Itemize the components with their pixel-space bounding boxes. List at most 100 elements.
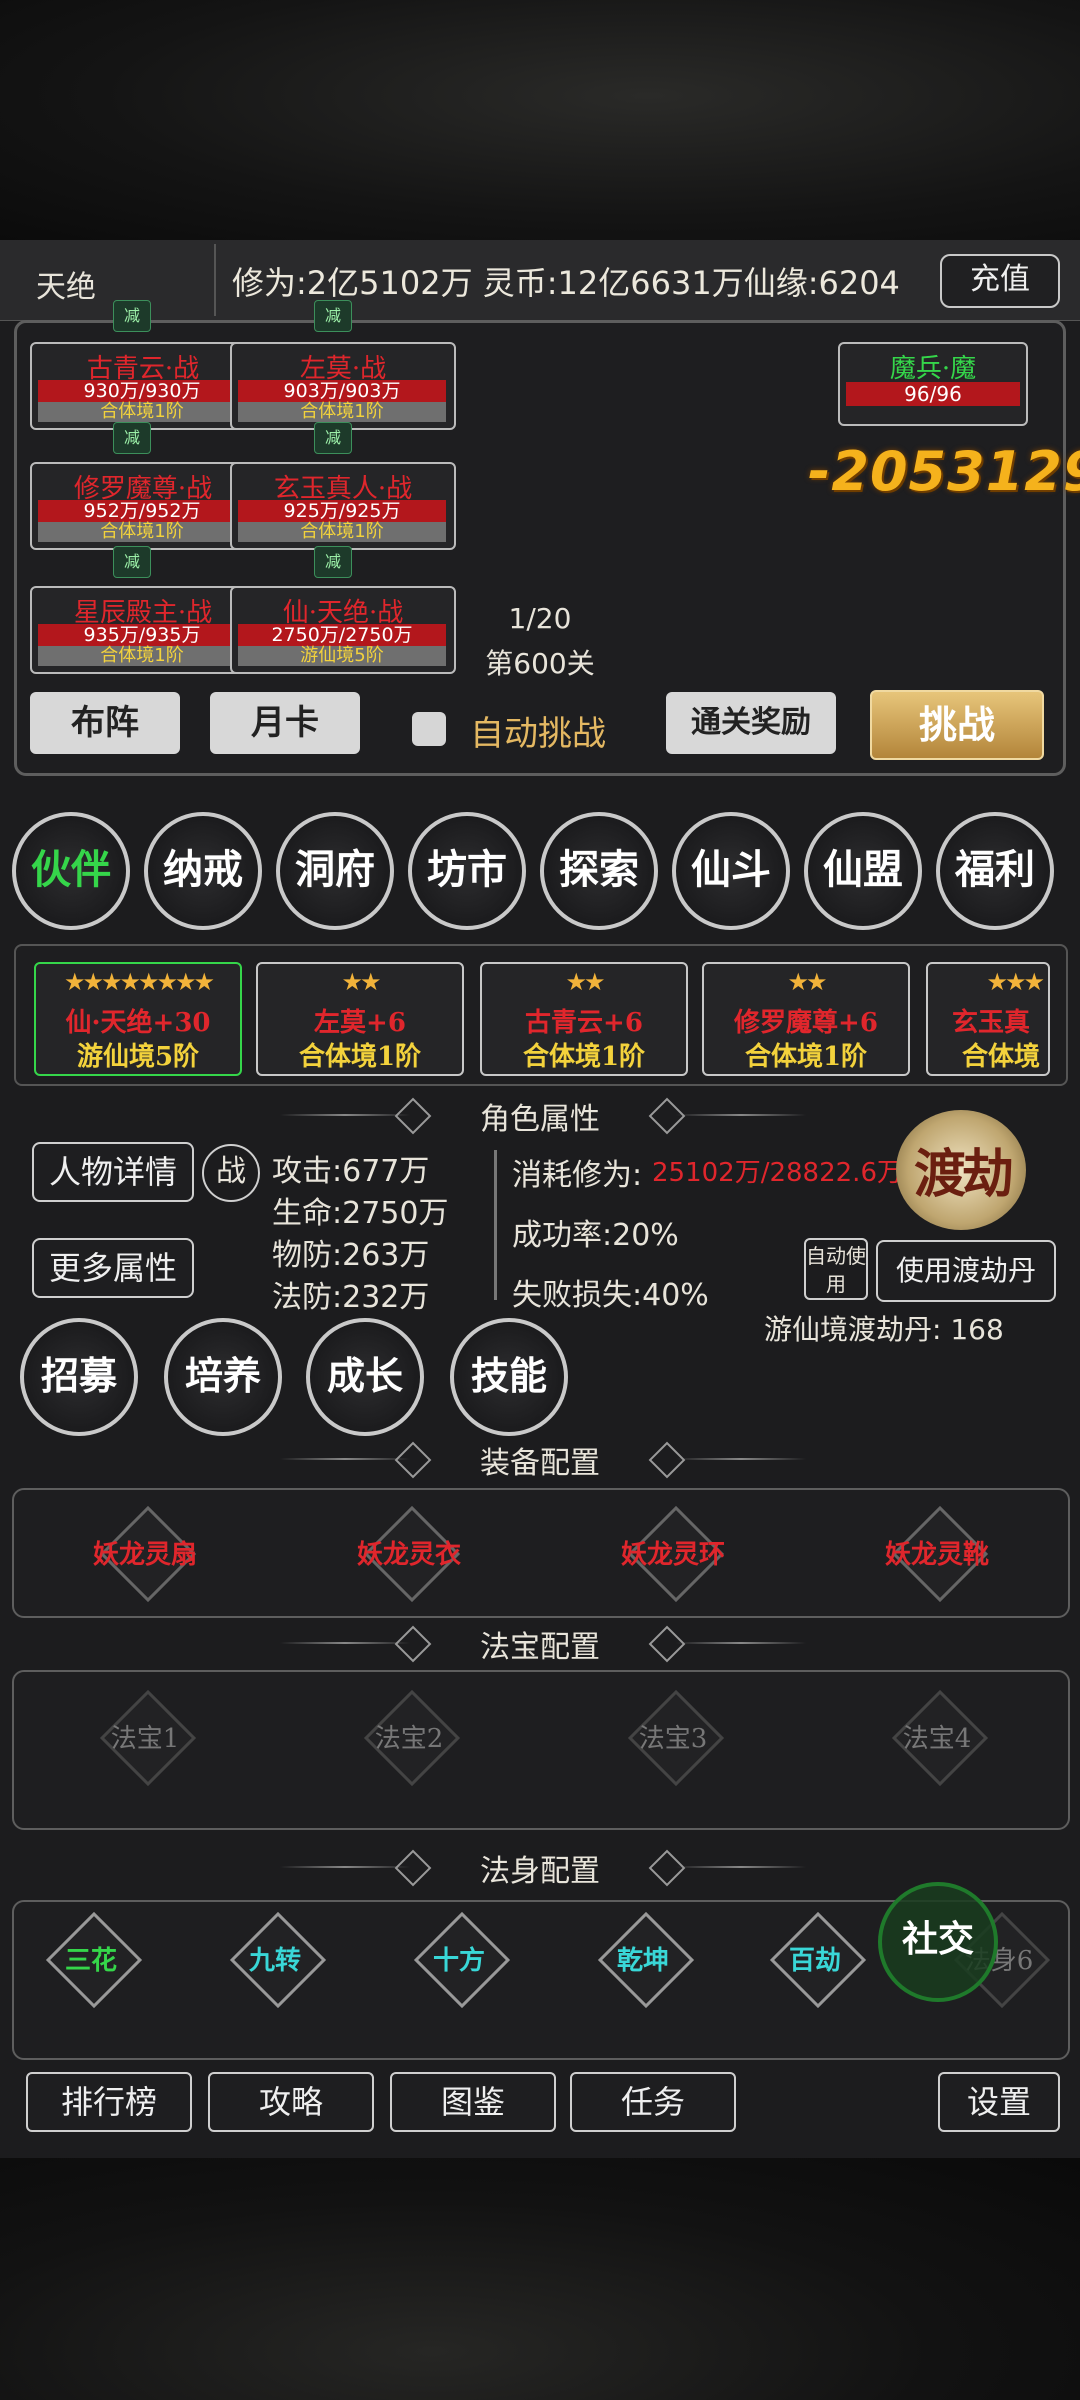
ally-unit[interactable]: 仙·天绝·战 2750万/2750万 游仙境5阶: [230, 586, 456, 674]
treasure-slot[interactable]: 法宝1: [99, 1689, 197, 1787]
challenge-button[interactable]: 挑战: [870, 690, 1044, 760]
partner-card[interactable]: ★★ 古青云+6 合体境1阶: [480, 962, 688, 1076]
success-rate: 成功率:20%: [512, 1218, 679, 1253]
battle-badge[interactable]: 战: [202, 1144, 260, 1202]
debuff-icon: 减: [314, 546, 352, 578]
settings-button[interactable]: 设置: [938, 2072, 1060, 2132]
tasks-button[interactable]: 任务: [570, 2072, 736, 2132]
partner-name: 修罗魔尊+6: [734, 1008, 878, 1038]
nav-alliance[interactable]: 仙盟: [804, 812, 922, 930]
star-rating: ★★★: [986, 968, 1045, 996]
partner-name: 左莫+6: [314, 1008, 406, 1038]
equipment-name: 妖龙灵衣: [356, 1540, 461, 1570]
nav-storage-ring[interactable]: 纳戒: [144, 812, 262, 930]
treasure-name: 法宝2: [374, 1724, 444, 1754]
ally-unit[interactable]: 修罗魔尊·战 952万/952万 合体境1阶: [30, 462, 256, 550]
treasure-name: 法宝3: [638, 1724, 708, 1754]
nav-arena[interactable]: 仙斗: [672, 812, 790, 930]
ally-unit[interactable]: 玄玉真人·战 925万/925万 合体境1阶: [230, 462, 456, 550]
nav-partner[interactable]: 伙伴: [12, 812, 130, 930]
star-rating: ★★: [565, 968, 605, 996]
treasure-name: 法宝4: [902, 1724, 972, 1754]
treasure-slot[interactable]: 法宝4: [891, 1689, 989, 1787]
body-slot[interactable]: 九转: [229, 1911, 327, 2009]
partner-card[interactable]: ★★ 左莫+6 合体境1阶: [256, 962, 464, 1076]
nav-market[interactable]: 坊市: [408, 812, 526, 930]
treasure-header: 法宝配置: [480, 1630, 600, 1665]
stat-attack: 攻击:677万: [272, 1154, 430, 1189]
divider: [676, 1458, 806, 1460]
nav-cave[interactable]: 洞府: [276, 812, 394, 930]
ranking-button[interactable]: 排行榜: [26, 2072, 192, 2132]
use-pill-button[interactable]: 使用渡劫丹: [876, 1240, 1056, 1302]
enemy-hp: 96/96: [846, 382, 1020, 406]
star-rating: ★★★★★★★★: [63, 968, 215, 996]
stage-number: 第600关: [485, 647, 595, 680]
pill-count: 游仙境渡劫丹: 168: [764, 1313, 1004, 1346]
skills-button[interactable]: 技能: [450, 1318, 568, 1436]
unit-level: 合体境1阶: [38, 402, 246, 422]
body-slot[interactable]: 乾坤: [597, 1911, 695, 2009]
clear-reward-button[interactable]: 通关奖励: [666, 692, 836, 754]
equipment-slot[interactable]: 妖龙灵靴: [885, 1505, 989, 1603]
recharge-button[interactable]: 充值: [940, 254, 1060, 308]
unit-level: 游仙境5阶: [238, 646, 446, 666]
formation-button[interactable]: 布阵: [30, 692, 180, 754]
wave-progress: 1/20: [508, 602, 572, 635]
partner-level: 合体境1阶: [744, 1042, 868, 1072]
character-details-button[interactable]: 人物详情: [32, 1142, 194, 1202]
debuff-icon: 减: [314, 300, 352, 332]
atlas-button[interactable]: 图鉴: [390, 2072, 556, 2132]
unit-hp: 2750万/2750万: [238, 624, 446, 646]
divider: [676, 1114, 806, 1116]
background-top: [0, 0, 1080, 240]
monthly-card-button[interactable]: 月卡: [210, 692, 360, 754]
partner-name: 仙·天绝+30: [65, 1008, 211, 1038]
equipment-slot[interactable]: 妖龙灵环: [621, 1505, 725, 1603]
ally-unit[interactable]: 左莫·战 903万/903万 合体境1阶: [230, 342, 456, 430]
auto-use-toggle[interactable]: 自动使用: [804, 1238, 868, 1300]
treasure-slot[interactable]: 法宝3: [627, 1689, 725, 1787]
recruit-button[interactable]: 招募: [20, 1318, 138, 1436]
train-button[interactable]: 培养: [164, 1318, 282, 1436]
debuff-icon: 减: [113, 300, 151, 332]
partner-card[interactable]: ★★★★★★★★ 仙·天绝+30 游仙境5阶: [34, 962, 242, 1076]
divider: [676, 1642, 806, 1644]
debuff-icon: 减: [113, 422, 151, 454]
equipment-slot[interactable]: 妖龙灵衣: [357, 1505, 461, 1603]
enemy-name: 魔兵·魔: [889, 354, 977, 384]
debuff-icon: 减: [314, 422, 352, 454]
partner-card[interactable]: ★★★ 玄玉真 合体境: [926, 962, 1050, 1076]
auto-challenge-checkbox[interactable]: [412, 712, 446, 746]
body-name: 三花: [64, 1946, 117, 1976]
divider: [676, 1866, 806, 1868]
body-header: 法身配置: [480, 1854, 600, 1889]
partner-level: 游仙境5阶: [76, 1042, 200, 1072]
guide-button[interactable]: 攻略: [208, 2072, 374, 2132]
body-slot[interactable]: 三花: [45, 1911, 143, 2009]
stat-phys-def: 物防:263万: [272, 1238, 430, 1273]
unit-level: 合体境1阶: [38, 646, 246, 666]
partner-level: 合体境1阶: [298, 1042, 422, 1072]
cost-value: 25102万/28822.6万: [652, 1158, 903, 1188]
growth-button[interactable]: 成长: [306, 1318, 424, 1436]
partner-card[interactable]: ★★ 修罗魔尊+6 合体境1阶: [702, 962, 910, 1076]
equipment-header: 装备配置: [480, 1446, 600, 1481]
more-attributes-button[interactable]: 更多属性: [32, 1238, 194, 1298]
treasure-slot[interactable]: 法宝2: [363, 1689, 461, 1787]
divider: [494, 1150, 497, 1300]
body-slot[interactable]: 十方: [413, 1911, 511, 2009]
nav-welfare[interactable]: 福利: [936, 812, 1054, 930]
equipment-slot[interactable]: 妖龙灵扇: [93, 1505, 197, 1603]
star-rating: ★★: [341, 968, 381, 996]
unit-level: 合体境1阶: [238, 522, 446, 542]
unit-hp: 903万/903万: [238, 380, 446, 402]
player-name: 天绝: [36, 270, 96, 305]
equipment-name: 妖龙灵环: [620, 1540, 725, 1570]
ally-unit[interactable]: 星辰殿主·战 935万/935万 合体境1阶: [30, 586, 256, 674]
ally-unit[interactable]: 古青云·战 930万/930万 合体境1阶: [30, 342, 256, 430]
enemy-unit[interactable]: 魔兵·魔 96/96: [838, 342, 1028, 426]
body-slot[interactable]: 百劫: [769, 1911, 867, 2009]
nav-explore[interactable]: 探索: [540, 812, 658, 930]
social-button[interactable]: 社交: [878, 1882, 998, 2002]
